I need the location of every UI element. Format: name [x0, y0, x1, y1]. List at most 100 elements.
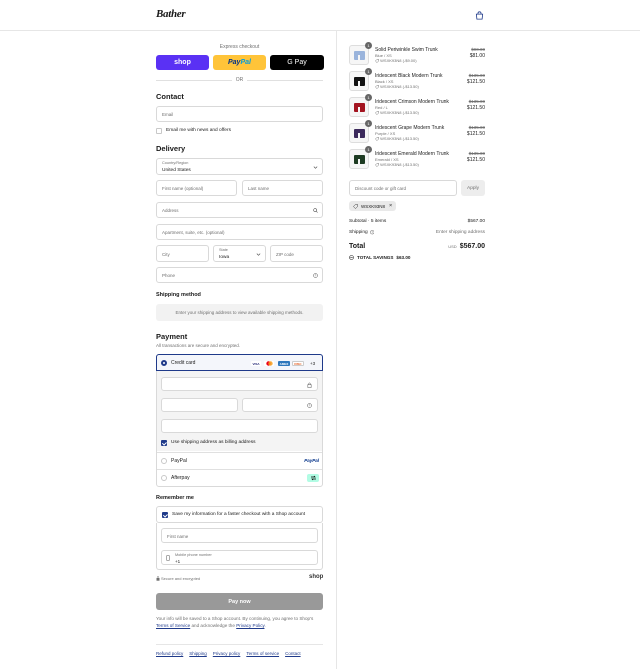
contact-heading: Contact — [156, 92, 184, 101]
product-image — [353, 154, 365, 164]
terms-link[interactable]: Terms of Service — [156, 623, 190, 628]
country-label: Country/Region — [162, 161, 189, 165]
panel-divider — [336, 31, 337, 669]
privacy-policy-link[interactable]: Privacy policy — [213, 651, 241, 656]
lock-icon — [156, 576, 160, 581]
country-select[interactable]: Country/Region United States — [156, 158, 323, 175]
privacy-link[interactable]: Privacy Policy — [236, 623, 264, 628]
total-label: Total — [349, 243, 366, 250]
shopping-bag-icon[interactable] — [475, 11, 484, 20]
brand-logo[interactable]: Bather — [156, 8, 186, 20]
chevron-down-icon — [313, 166, 318, 169]
remove-discount-icon[interactable]: × — [389, 203, 392, 209]
country-value: United States — [162, 168, 191, 173]
last-name-field[interactable]: Last name — [242, 180, 323, 196]
cart-item: 1 Iridescent Grape Modern Trunk Purple /… — [349, 120, 485, 145]
original-price: $135.00 — [468, 125, 485, 130]
subtotal-value: $567.00 — [467, 219, 485, 224]
currency-code: USD — [448, 244, 457, 249]
svg-text:?: ? — [315, 274, 317, 278]
product-image — [353, 50, 365, 60]
visa-logo: VISA — [251, 361, 261, 366]
express-checkout-label: Express checkout — [219, 44, 260, 50]
total-savings-value: $63.00 — [396, 255, 411, 260]
shop-first-name-field[interactable]: First name — [161, 528, 318, 543]
shipping-link[interactable]: Shipping — [189, 651, 207, 656]
payment-subtitle: All transactions are secure and encrypte… — [156, 343, 241, 348]
legal-text-1: Your info will be saved to a Shop accoun… — [156, 616, 314, 621]
more-cards-count: +3 — [310, 361, 316, 366]
pay-now-button[interactable]: Pay now — [156, 593, 323, 610]
newsletter-checkbox[interactable] — [156, 128, 162, 134]
quantity-badge: 1 — [365, 94, 372, 101]
amex-logo: AMEX — [278, 361, 290, 366]
mobile-phone-icon — [166, 555, 170, 561]
total-value: $567.00 — [459, 243, 485, 250]
product-discount-text: WSXK93N8 (-$13.50) — [380, 162, 419, 167]
first-name-field[interactable]: First name (optional) — [156, 180, 237, 196]
credit-card-option[interactable]: Credit card VISA AMEX DISC +3 — [156, 354, 323, 371]
afterpay-logo — [307, 474, 319, 482]
discounted-price: $121.50 — [466, 157, 485, 163]
city-field[interactable]: City — [156, 245, 209, 262]
google-pay-button[interactable]: G Pay — [270, 55, 324, 70]
search-icon — [313, 208, 318, 213]
save-info-checkbox[interactable] — [162, 512, 168, 518]
tag-icon — [353, 203, 358, 209]
help-icon[interactable]: ? — [313, 273, 318, 278]
quantity-badge: 1 — [365, 120, 372, 127]
card-number-field[interactable] — [161, 377, 318, 391]
paypal-label: PayPal — [171, 458, 187, 464]
billing-same-label: Use shipping address as billing address — [171, 440, 256, 445]
terms-of-service-link[interactable]: Terms of service — [246, 651, 279, 656]
original-price: $135.00 — [468, 73, 485, 78]
credit-card-label: Credit card — [171, 360, 196, 366]
discounted-price: $121.50 — [466, 79, 485, 85]
cart-item: 1 Iridescent Emerald Modern Trunk Emeral… — [349, 146, 485, 171]
legal-text: Your info will be saved to a Shop accoun… — [156, 615, 326, 629]
phone-field[interactable]: Phone ? — [156, 267, 323, 283]
quantity-badge: 1 — [365, 68, 372, 75]
zip-field[interactable]: ZIP code — [270, 245, 323, 262]
mobile-phone-field[interactable]: Mobile phone number +1 — [161, 550, 318, 565]
afterpay-option[interactable]: Afterpay — [157, 469, 322, 486]
email-field[interactable]: Email — [156, 106, 323, 122]
credit-card-radio[interactable] — [161, 360, 167, 366]
paypal-radio[interactable] — [161, 458, 167, 464]
footer-links: Refund policy Shipping Privacy policy Te… — [156, 651, 301, 656]
savings-tag-icon — [349, 255, 354, 260]
or-divider: OR — [156, 77, 323, 83]
paypal-button[interactable]: Pay Pal — [213, 55, 266, 70]
secure-label: Secure and encrypted — [161, 576, 201, 581]
payment-heading: Payment — [156, 332, 188, 341]
afterpay-radio[interactable] — [161, 475, 167, 481]
discover-logo: DISC — [292, 361, 304, 366]
last-name-placeholder: Last name — [248, 186, 270, 191]
product-discount: WSXK93N8 (-$9.00) — [375, 58, 417, 63]
contact-link[interactable]: Contact — [285, 651, 301, 656]
name-on-card-field[interactable] — [161, 419, 318, 433]
product-discount-text: WSXK93N8 (-$13.50) — [380, 136, 419, 141]
paypal-option[interactable]: PayPal PayPal — [157, 452, 322, 469]
discounted-price: $121.50 — [466, 131, 485, 137]
apartment-field[interactable]: Apartment, suite, etc. (optional) — [156, 224, 323, 240]
apply-button[interactable]: Apply — [461, 180, 485, 196]
discount-code-field[interactable]: Discount code or gift card — [349, 180, 457, 196]
help-icon[interactable]: ? — [369, 230, 375, 235]
discounted-price: $121.50 — [466, 105, 485, 111]
save-info-option[interactable]: Save my information for a faster checkou… — [156, 506, 323, 523]
or-label: OR — [235, 77, 244, 83]
shipping-summary-value: Enter shipping address — [435, 230, 485, 235]
help-icon[interactable]: ? — [307, 403, 312, 408]
cart-item: 1 Iridescent Black Modern Trunk Black / … — [349, 68, 485, 93]
security-code-field[interactable]: ? — [242, 398, 318, 412]
shop-pay-button[interactable]: shop — [156, 55, 209, 70]
subtotal-label: Subtotal · 5 items — [349, 219, 387, 224]
billing-same-checkbox[interactable] — [161, 440, 167, 446]
cart-item: 1 Solid Periwinkle Swim Trunk Blue / XS … — [349, 42, 485, 67]
product-image — [353, 76, 365, 86]
refund-policy-link[interactable]: Refund policy — [156, 651, 183, 656]
expiry-field[interactable] — [161, 398, 238, 412]
state-select[interactable]: State Iowa — [213, 245, 266, 262]
address-field[interactable]: Address — [156, 202, 323, 218]
